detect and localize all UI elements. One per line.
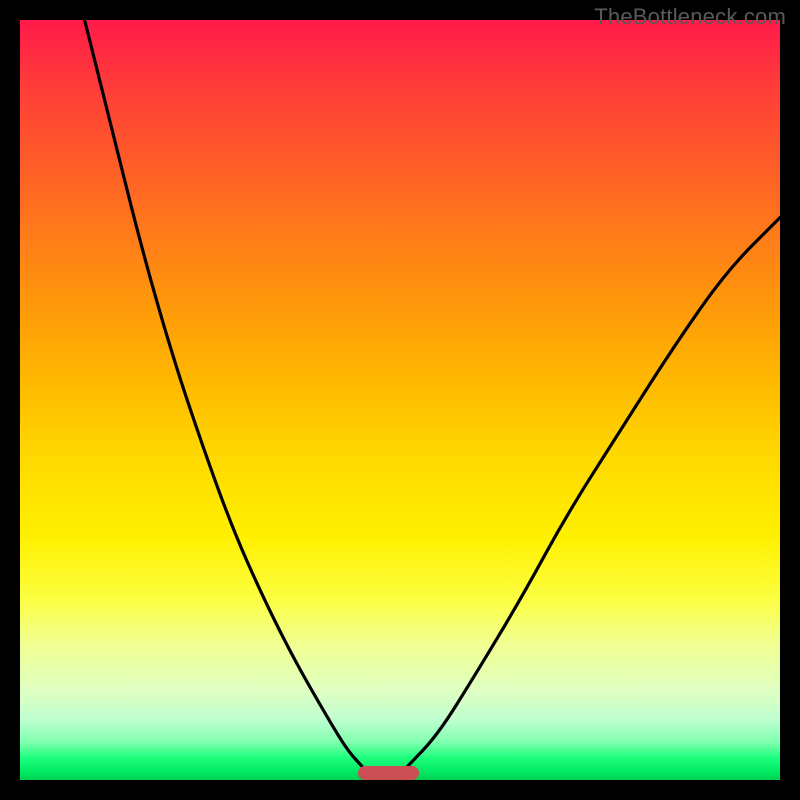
optimum-marker [358,766,419,780]
watermark-text: TheBottleneck.com [594,4,786,30]
gradient-plot-area [20,20,780,780]
